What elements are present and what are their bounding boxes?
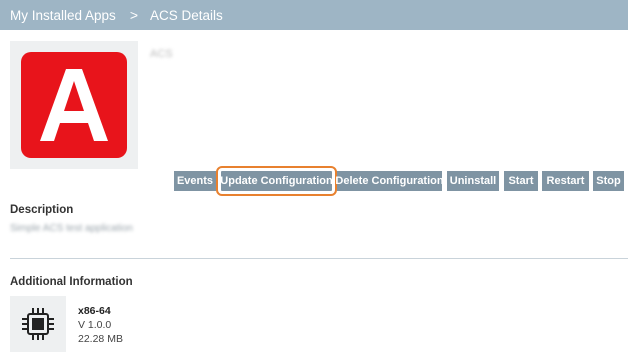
- restart-button[interactable]: Restart: [542, 171, 589, 191]
- cpu-tile: [10, 296, 66, 352]
- description-text: Simple ACS test application: [10, 223, 133, 234]
- breadcrumb-current: ACS Details: [150, 7, 223, 23]
- app-icon-tile: [10, 41, 138, 169]
- uninstall-button[interactable]: Uninstall: [447, 171, 499, 191]
- architecture-value: x86-64: [78, 305, 111, 317]
- additional-information-heading: Additional Information: [10, 276, 133, 288]
- breadcrumb-my-installed-apps[interactable]: My Installed Apps: [10, 8, 116, 23]
- events-button[interactable]: Events: [174, 171, 216, 191]
- breadcrumb: My Installed Apps > ACS Details: [0, 0, 628, 30]
- section-divider: [10, 258, 628, 259]
- start-button[interactable]: Start: [504, 171, 538, 191]
- app-name: ACS: [150, 48, 173, 60]
- version-value: V 1.0.0: [78, 319, 112, 331]
- letter-a-glyph: [40, 69, 108, 141]
- update-configuration-button[interactable]: Update Configuration: [216, 166, 337, 196]
- size-value: 22.28 MB: [78, 333, 123, 345]
- breadcrumb-separator: >: [129, 7, 138, 23]
- cpu-chip-icon: [22, 308, 54, 340]
- delete-configuration-button[interactable]: Delete Configuration: [335, 171, 444, 191]
- app-logo-icon: [21, 52, 127, 158]
- description-heading: Description: [10, 204, 74, 216]
- stop-button[interactable]: Stop: [593, 171, 624, 191]
